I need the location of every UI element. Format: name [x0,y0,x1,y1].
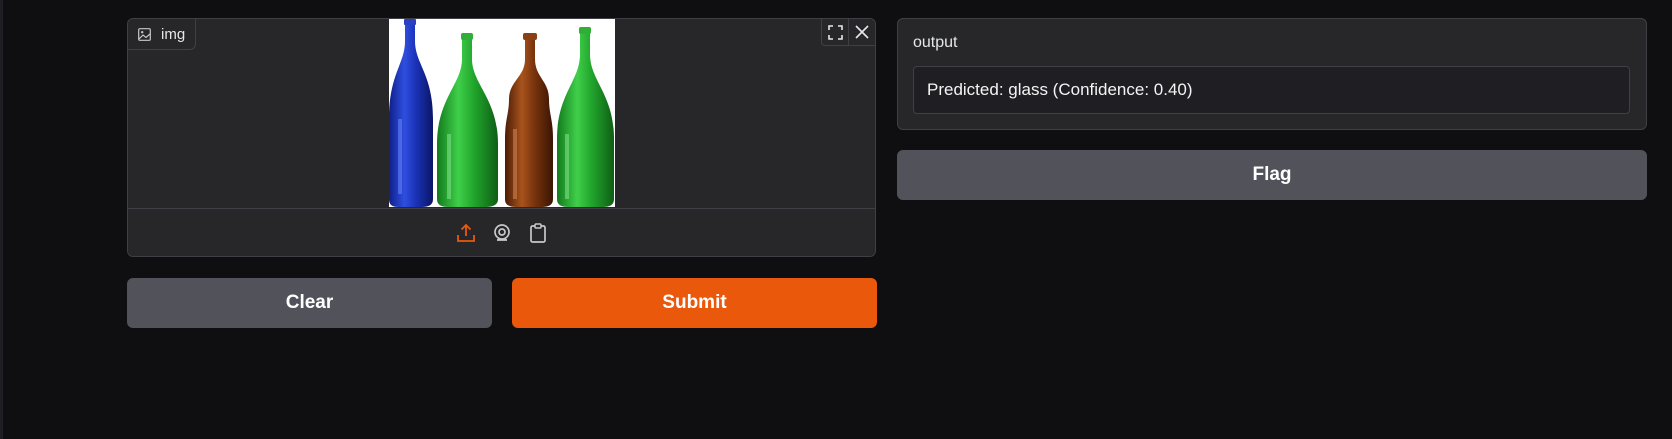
output-textbox[interactable]: Predicted: glass (Confidence: 0.40) [913,66,1630,114]
image-preview-area[interactable] [128,19,875,208]
image-source-bar [128,208,875,256]
upload-source-button[interactable] [454,221,478,245]
image-input-label: img [128,19,197,50]
webcam-icon [493,224,510,241]
fullscreen-icon [827,24,843,40]
webcam-source-button[interactable] [490,221,514,245]
clipboard-icon [529,223,546,243]
image-input-panel[interactable]: img [127,18,876,257]
submit-button[interactable]: Submit [512,278,877,328]
upload-icon [456,223,475,242]
clipboard-source-button[interactable] [526,221,550,245]
clear-image-button[interactable] [848,19,875,45]
close-icon [855,25,869,39]
output-panel: output Predicted: glass (Confidence: 0.4… [897,18,1647,130]
window-edge [0,0,3,439]
flag-button[interactable]: Flag [897,150,1647,200]
image-input-label-text: img [161,25,186,43]
uploaded-image-bottles [389,19,615,207]
fullscreen-button[interactable] [822,19,848,45]
image-toolbar [821,19,875,46]
clear-button[interactable]: Clear [127,278,492,328]
output-label: output [913,34,958,51]
image-icon [138,27,151,41]
